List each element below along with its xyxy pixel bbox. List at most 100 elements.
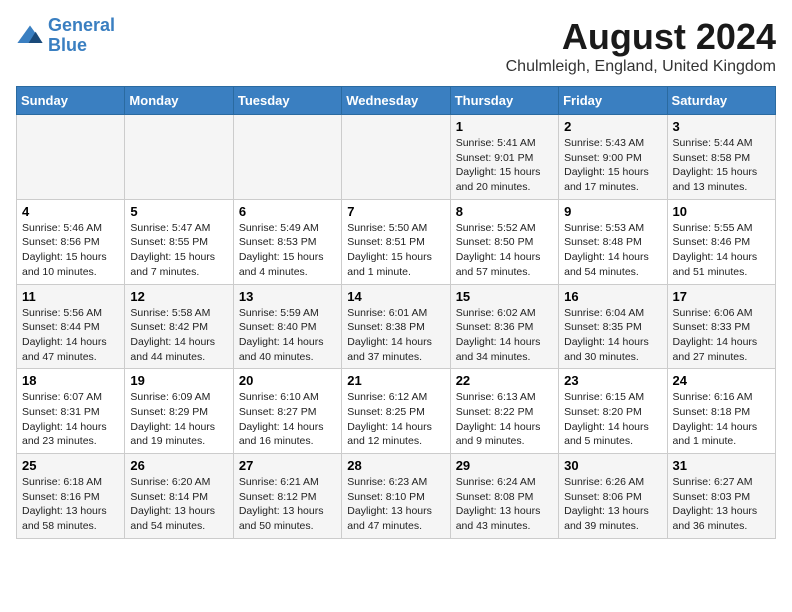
calendar-cell: 27Sunrise: 6:21 AM Sunset: 8:12 PM Dayli… — [233, 454, 341, 539]
calendar-cell: 12 Sunrise: 5:58 AM Sunset: 8:42 PM Dayli… — [125, 284, 233, 369]
logo: General Blue — [16, 16, 115, 56]
day-number: 20 — [239, 373, 336, 388]
day-number: 28 — [347, 458, 444, 473]
day-number: 4 — [22, 204, 119, 219]
day-info: Sunrise: 6:20 AM Sunset: 8:14 PM Dayligh… — [130, 475, 227, 534]
day-info: Sunrise: 5:43 AM Sunset: 9:00 PM Dayligh… — [564, 136, 661, 195]
day-number: 1 — [456, 119, 553, 134]
day-number: 19 — [130, 373, 227, 388]
logo-text: General Blue — [48, 16, 115, 56]
day-header-thursday: Thursday — [450, 87, 558, 115]
subtitle: Chulmleigh, England, United Kingdom — [506, 58, 776, 76]
calendar-cell: 19 Sunrise: 6:09 AM Sunset: 8:29 PM Dayli… — [125, 369, 233, 454]
day-number: 22 — [456, 373, 553, 388]
calendar-cell — [17, 115, 125, 200]
day-info: Sunrise: 6:07 AM Sunset: 8:31 PM Dayligh… — [22, 390, 119, 449]
week-row-2: 4 Sunrise: 5:46 AM Sunset: 8:56 PM Daylig… — [17, 199, 776, 284]
day-number: 6 — [239, 204, 336, 219]
day-number: 12 — [130, 289, 227, 304]
day-info: Sunrise: 6:26 AM Sunset: 8:06 PM Dayligh… — [564, 475, 661, 534]
calendar-cell: 14 Sunrise: 6:01 AM Sunset: 8:38 PM Dayli… — [342, 284, 450, 369]
day-info: Sunrise: 5:58 AM Sunset: 8:42 PM Dayligh… — [130, 306, 227, 365]
day-number: 13 — [239, 289, 336, 304]
calendar-cell: 18 Sunrise: 6:07 AM Sunset: 8:31 PM Dayli… — [17, 369, 125, 454]
calendar-table: SundayMondayTuesdayWednesdayThursdayFrid… — [16, 86, 776, 539]
day-number: 7 — [347, 204, 444, 219]
day-info: Sunrise: 6:06 AM Sunset: 8:33 PM Dayligh… — [673, 306, 770, 365]
calendar-cell — [342, 115, 450, 200]
calendar-cell: 7 Sunrise: 5:50 AM Sunset: 8:51 PM Daylig… — [342, 199, 450, 284]
calendar-cell: 20 Sunrise: 6:10 AM Sunset: 8:27 PM Dayli… — [233, 369, 341, 454]
day-number: 2 — [564, 119, 661, 134]
day-header-wednesday: Wednesday — [342, 87, 450, 115]
day-number: 21 — [347, 373, 444, 388]
calendar-cell: 24 Sunrise: 6:16 AM Sunset: 8:18 PM Dayli… — [667, 369, 775, 454]
day-number: 18 — [22, 373, 119, 388]
week-row-1: 1 Sunrise: 5:41 AM Sunset: 9:01 PM Daylig… — [17, 115, 776, 200]
calendar-cell: 26 Sunrise: 6:20 AM Sunset: 8:14 PM Dayli… — [125, 454, 233, 539]
week-row-3: 11 Sunrise: 5:56 AM Sunset: 8:44 PM Dayli… — [17, 284, 776, 369]
calendar-cell: 2 Sunrise: 5:43 AM Sunset: 9:00 PM Daylig… — [559, 115, 667, 200]
calendar-cell: 11 Sunrise: 5:56 AM Sunset: 8:44 PM Dayli… — [17, 284, 125, 369]
day-number: 3 — [673, 119, 770, 134]
calendar-cell: 17 Sunrise: 6:06 AM Sunset: 8:33 PM Dayli… — [667, 284, 775, 369]
day-info: Sunrise: 5:50 AM Sunset: 8:51 PM Dayligh… — [347, 221, 444, 280]
day-header-saturday: Saturday — [667, 87, 775, 115]
calendar-cell: 30Sunrise: 6:26 AM Sunset: 8:06 PM Dayli… — [559, 454, 667, 539]
calendar-cell: 10 Sunrise: 5:55 AM Sunset: 8:46 PM Dayli… — [667, 199, 775, 284]
day-number: 25 — [22, 458, 119, 473]
day-info: Sunrise: 5:56 AM Sunset: 8:44 PM Dayligh… — [22, 306, 119, 365]
calendar-cell: 8Sunrise: 5:52 AM Sunset: 8:50 PM Daylig… — [450, 199, 558, 284]
day-number: 10 — [673, 204, 770, 219]
day-info: Sunrise: 6:16 AM Sunset: 8:18 PM Dayligh… — [673, 390, 770, 449]
day-info: Sunrise: 5:41 AM Sunset: 9:01 PM Dayligh… — [456, 136, 553, 195]
day-info: Sunrise: 5:46 AM Sunset: 8:56 PM Dayligh… — [22, 221, 119, 280]
calendar-cell: 15Sunrise: 6:02 AM Sunset: 8:36 PM Dayli… — [450, 284, 558, 369]
calendar-cell: 9 Sunrise: 5:53 AM Sunset: 8:48 PM Daylig… — [559, 199, 667, 284]
calendar-cell: 31Sunrise: 6:27 AM Sunset: 8:03 PM Dayli… — [667, 454, 775, 539]
day-info: Sunrise: 6:01 AM Sunset: 8:38 PM Dayligh… — [347, 306, 444, 365]
day-header-tuesday: Tuesday — [233, 87, 341, 115]
page-header: General Blue August 2024 Chulmleigh, Eng… — [16, 16, 776, 76]
day-info: Sunrise: 5:53 AM Sunset: 8:48 PM Dayligh… — [564, 221, 661, 280]
day-info: Sunrise: 6:09 AM Sunset: 8:29 PM Dayligh… — [130, 390, 227, 449]
title-block: August 2024 Chulmleigh, England, United … — [506, 16, 776, 76]
day-number: 14 — [347, 289, 444, 304]
day-info: Sunrise: 6:21 AM Sunset: 8:12 PM Dayligh… — [239, 475, 336, 534]
calendar-cell: 6Sunrise: 5:49 AM Sunset: 8:53 PM Daylig… — [233, 199, 341, 284]
day-number: 29 — [456, 458, 553, 473]
calendar-cell: 25 Sunrise: 6:18 AM Sunset: 8:16 PM Dayli… — [17, 454, 125, 539]
day-number: 23 — [564, 373, 661, 388]
day-number: 17 — [673, 289, 770, 304]
day-info: Sunrise: 6:02 AM Sunset: 8:36 PM Dayligh… — [456, 306, 553, 365]
day-info: Sunrise: 5:52 AM Sunset: 8:50 PM Dayligh… — [456, 221, 553, 280]
day-number: 24 — [673, 373, 770, 388]
day-header-friday: Friday — [559, 87, 667, 115]
day-info: Sunrise: 5:55 AM Sunset: 8:46 PM Dayligh… — [673, 221, 770, 280]
week-row-4: 18 Sunrise: 6:07 AM Sunset: 8:31 PM Dayli… — [17, 369, 776, 454]
day-number: 11 — [22, 289, 119, 304]
day-info: Sunrise: 6:15 AM Sunset: 8:20 PM Dayligh… — [564, 390, 661, 449]
calendar-cell — [125, 115, 233, 200]
day-info: Sunrise: 6:24 AM Sunset: 8:08 PM Dayligh… — [456, 475, 553, 534]
calendar-cell: 1 Sunrise: 5:41 AM Sunset: 9:01 PM Daylig… — [450, 115, 558, 200]
calendar-cell — [233, 115, 341, 200]
calendar-cell: 21Sunrise: 6:12 AM Sunset: 8:25 PM Dayli… — [342, 369, 450, 454]
day-info: Sunrise: 5:44 AM Sunset: 8:58 PM Dayligh… — [673, 136, 770, 195]
day-number: 26 — [130, 458, 227, 473]
day-info: Sunrise: 5:47 AM Sunset: 8:55 PM Dayligh… — [130, 221, 227, 280]
calendar-cell: 4 Sunrise: 5:46 AM Sunset: 8:56 PM Daylig… — [17, 199, 125, 284]
calendar-cell: 23 Sunrise: 6:15 AM Sunset: 8:20 PM Dayli… — [559, 369, 667, 454]
calendar-cell: 3 Sunrise: 5:44 AM Sunset: 8:58 PM Daylig… — [667, 115, 775, 200]
day-info: Sunrise: 6:10 AM Sunset: 8:27 PM Dayligh… — [239, 390, 336, 449]
main-title: August 2024 — [506, 16, 776, 58]
calendar-cell: 16Sunrise: 6:04 AM Sunset: 8:35 PM Dayli… — [559, 284, 667, 369]
day-info: Sunrise: 6:04 AM Sunset: 8:35 PM Dayligh… — [564, 306, 661, 365]
calendar-cell: 22Sunrise: 6:13 AM Sunset: 8:22 PM Dayli… — [450, 369, 558, 454]
day-info: Sunrise: 6:23 AM Sunset: 8:10 PM Dayligh… — [347, 475, 444, 534]
day-info: Sunrise: 6:27 AM Sunset: 8:03 PM Dayligh… — [673, 475, 770, 534]
day-number: 9 — [564, 204, 661, 219]
day-info: Sunrise: 6:18 AM Sunset: 8:16 PM Dayligh… — [22, 475, 119, 534]
day-info: Sunrise: 5:59 AM Sunset: 8:40 PM Dayligh… — [239, 306, 336, 365]
calendar-header-row: SundayMondayTuesdayWednesdayThursdayFrid… — [17, 87, 776, 115]
